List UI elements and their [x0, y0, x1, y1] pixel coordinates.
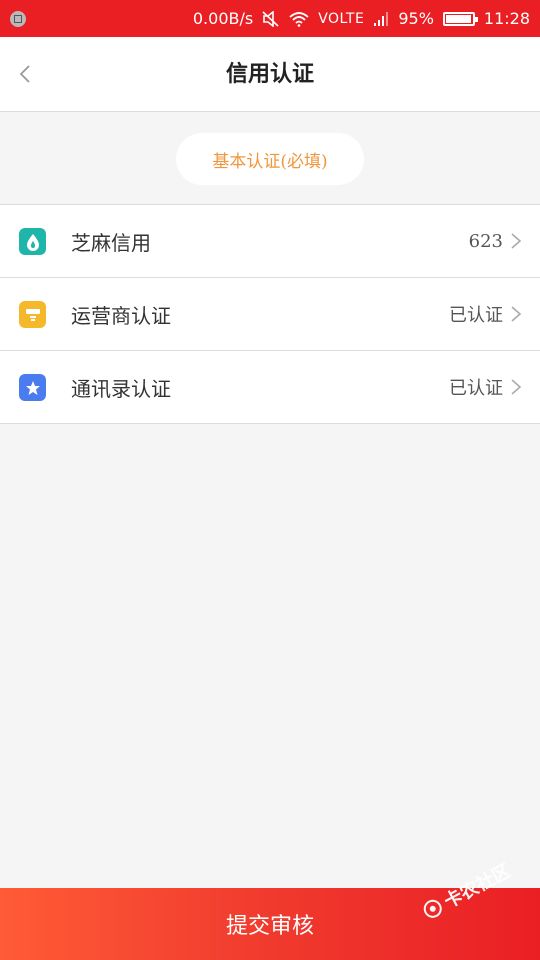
battery-percent: 95% [398, 9, 434, 28]
volte-label: VOLTE [318, 10, 365, 27]
list-item-sesame-credit[interactable]: 芝麻信用 623 [0, 205, 540, 278]
item-value: 已认证 [449, 378, 503, 399]
item-value: 已认证 [449, 305, 503, 326]
battery-icon [442, 11, 478, 26]
contacts-star-icon [19, 374, 46, 401]
list-item-carrier[interactable]: 运营商认证 已认证 [0, 278, 540, 351]
signal-icon [374, 11, 389, 26]
app-header: 信用认证 [0, 37, 540, 112]
carrier-icon [19, 301, 46, 328]
clock: 11:28 [483, 9, 530, 28]
mute-icon [262, 10, 279, 27]
status-bar: 0.00B/s VOLTE 95% 11:28 [0, 0, 540, 37]
net-speed: 0.00B/s [192, 9, 254, 28]
watermark-text: 卡农社区 [440, 860, 515, 913]
notification-app-icon [10, 10, 26, 27]
item-label: 通讯录认证 [71, 376, 171, 401]
verification-list: 芝麻信用 623 运营商认证 已认证 通讯录认证 已认证 [0, 204, 540, 424]
chevron-right-icon [511, 233, 522, 249]
item-label: 运营商认证 [71, 303, 171, 328]
battery-fill [445, 14, 471, 23]
sesame-icon [19, 228, 46, 255]
list-item-contacts[interactable]: 通讯录认证 已认证 [0, 351, 540, 424]
chevron-right-icon [511, 306, 522, 322]
item-label: 芝麻信用 [71, 230, 151, 255]
wifi-icon [289, 11, 309, 27]
item-value: 623 [468, 230, 503, 252]
chevron-right-icon [511, 379, 522, 395]
page-title: 信用认证 [225, 61, 314, 87]
section-tab-basic[interactable]: 基本认证(必填) [176, 133, 364, 185]
